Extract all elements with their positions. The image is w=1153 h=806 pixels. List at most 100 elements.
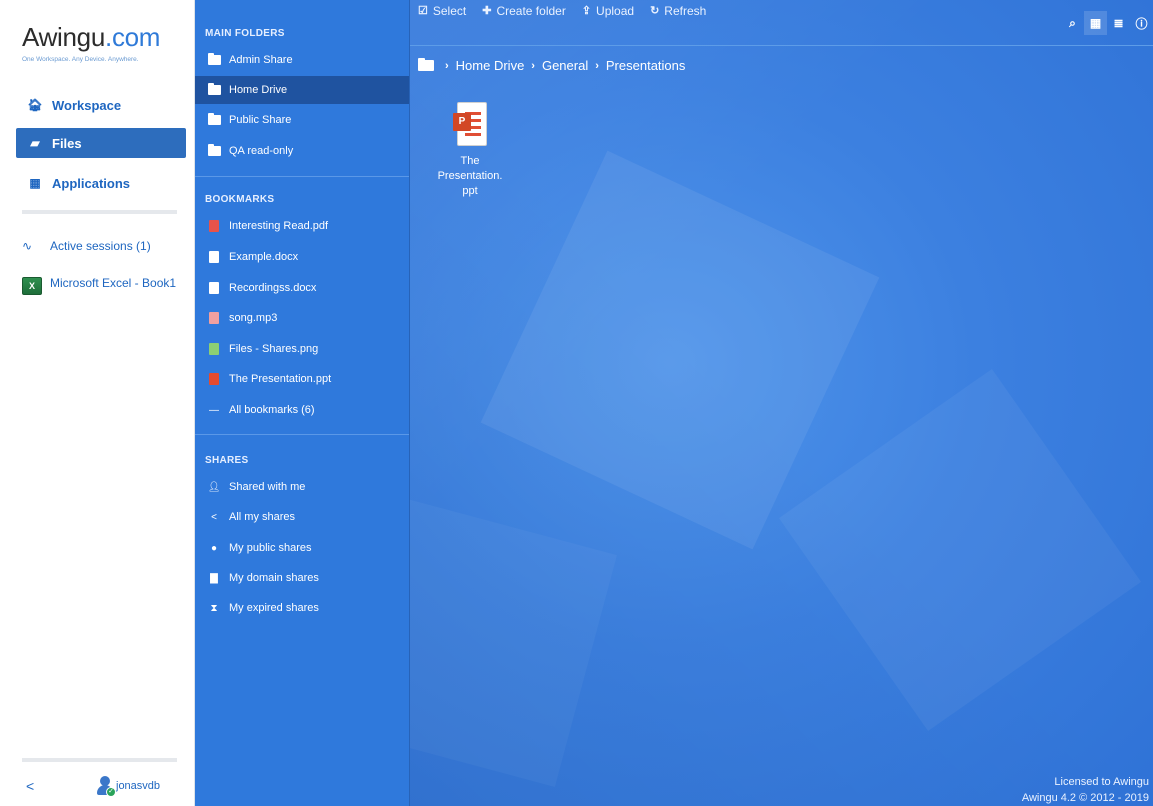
- bookmark-song-mp3[interactable]: song.mp3: [195, 304, 409, 332]
- user-icon: 👤︎: [207, 481, 221, 493]
- list-view-icon[interactable]: ≣: [1107, 11, 1130, 35]
- checkbox-icon: ☑: [418, 5, 428, 17]
- main-folders-title: MAIN FOLDERS: [205, 28, 285, 39]
- collapse-button[interactable]: <: [26, 778, 34, 794]
- folder-home-drive[interactable]: Home Drive: [195, 76, 409, 104]
- folder-icon: [207, 53, 221, 66]
- bookmark-all-bookmarks[interactable]: — All bookmarks (6): [195, 396, 409, 424]
- document-file-icon: [207, 282, 221, 294]
- active-sessions[interactable]: ∿ Active sessions (1): [22, 239, 187, 253]
- share-all-my-shares[interactable]: < All my shares: [195, 503, 409, 531]
- upload-icon: ⇪: [581, 5, 592, 17]
- folder-public-share[interactable]: Public Share: [195, 106, 409, 134]
- share-shared-with-me[interactable]: 👤︎ Shared with me: [195, 473, 409, 501]
- folder-open-icon: [418, 58, 434, 71]
- share-my-public-shares[interactable]: ● My public shares: [195, 534, 409, 562]
- image-file-icon: [207, 343, 221, 355]
- user-name: jonasvdb: [116, 780, 161, 792]
- nav-label: Files: [52, 135, 82, 151]
- powerpoint-file-icon: P: [453, 102, 487, 146]
- breadcrumb: › Home Drive › General › Presentations: [418, 58, 685, 73]
- brand-logo[interactable]: Awingu.com: [22, 22, 160, 53]
- folder-icon: [207, 144, 221, 157]
- bottom-divider: [22, 758, 177, 762]
- grid-view-icon[interactable]: ▦: [1084, 11, 1107, 35]
- user-menu[interactable]: ✓ jonasvdb: [96, 776, 161, 797]
- share-label: Shared with me: [229, 481, 306, 493]
- bookmark-the-presentation-ppt[interactable]: The Presentation.ppt: [195, 365, 409, 393]
- nav-label: Workspace: [52, 97, 122, 113]
- panel-divider: [195, 176, 409, 177]
- audio-file-icon: [207, 312, 221, 324]
- pdf-file-icon: [207, 220, 221, 232]
- chevron-right-icon: ›: [445, 59, 449, 72]
- select-button[interactable]: ☑ Select: [418, 0, 466, 34]
- breadcrumb-presentations[interactable]: Presentations: [606, 58, 686, 73]
- folder-admin-share[interactable]: Admin Share: [195, 46, 409, 74]
- panel-divider: [195, 434, 409, 435]
- refresh-icon: ↻: [650, 5, 660, 17]
- search-icon[interactable]: ⌕: [1061, 11, 1084, 35]
- bookmark-example-docx[interactable]: Example.docx: [195, 243, 409, 271]
- document-file-icon: [207, 251, 221, 263]
- bookmark-files-shares-png[interactable]: Files - Shares.png: [195, 335, 409, 363]
- nav-files[interactable]: ▰ Files: [16, 128, 186, 158]
- toolbar: ☑ Select ✚ Create folder ⇪ Upload ↻ Refresh …: [410, 0, 1153, 46]
- file-name-line: The: [460, 155, 480, 167]
- pulse-icon: ∿: [22, 239, 33, 253]
- grid-icon: ▦: [29, 176, 41, 190]
- nav-label: Applications: [52, 175, 131, 191]
- dash-icon: —: [209, 404, 219, 416]
- upload-label: Upload: [596, 3, 635, 18]
- folder-icon: [207, 113, 221, 126]
- folder-qa-read-only[interactable]: QA read-only: [195, 137, 409, 165]
- brand-tagline: One Workspace. Any Device. Anywhere.: [22, 56, 139, 63]
- background-shape: [778, 368, 1142, 732]
- license-footer: Licensed to Awingu Awingu 4.2 © 2012 - 2…: [1022, 774, 1149, 806]
- share-icon: <: [211, 511, 217, 523]
- bookmark-label: Files - Shares.png: [229, 343, 319, 355]
- bookmark-label: Interesting Read.pdf: [229, 220, 329, 232]
- nav-applications[interactable]: ▦ Applications: [16, 168, 186, 198]
- share-label: My expired shares: [229, 602, 319, 614]
- bookmark-interesting-read[interactable]: Interesting Read.pdf: [195, 212, 409, 240]
- folder-panel: MAIN FOLDERS Admin Share Home Drive Publ…: [195, 0, 410, 806]
- license-text: Licensed to Awingu: [1054, 776, 1149, 788]
- share-my-domain-shares[interactable]: ▇ My domain shares: [195, 564, 409, 592]
- file-name-line: Presentation.: [437, 170, 503, 182]
- breadcrumb-home-drive[interactable]: Home Drive: [456, 58, 525, 73]
- bookmark-label: song.mp3: [229, 312, 278, 324]
- info-icon[interactable]: ⓘ: [1130, 11, 1153, 35]
- folder-label: QA read-only: [229, 145, 294, 157]
- folder-icon: [207, 83, 221, 96]
- breadcrumb-general[interactable]: General: [542, 58, 588, 73]
- presentation-file-icon: [207, 373, 221, 385]
- bookmark-recordingss-docx[interactable]: Recordingss.docx: [195, 274, 409, 302]
- chevron-right-icon: ›: [531, 59, 535, 72]
- file-the-presentation-ppt[interactable]: P The Presentation. ppt: [428, 102, 512, 199]
- user-avatar-icon: ✓: [96, 776, 116, 797]
- refresh-button[interactable]: ↻ Refresh: [650, 0, 706, 34]
- plus-icon: ✚: [482, 5, 492, 17]
- refresh-label: Refresh: [664, 3, 707, 18]
- share-label: My public shares: [229, 542, 312, 554]
- version-text: Awingu 4.2 © 2012 - 2019: [1021, 792, 1149, 804]
- bookmark-label: The Presentation.ppt: [229, 373, 332, 385]
- select-label: Select: [432, 3, 467, 18]
- upload-button[interactable]: ⇪ Upload: [582, 0, 634, 34]
- file-browser: ☑ Select ✚ Create folder ⇪ Upload ↻ Refresh …: [410, 0, 1153, 806]
- share-my-expired-shares[interactable]: ⧗ My expired shares: [195, 594, 409, 622]
- session-microsoft-excel[interactable]: X Microsoft Excel - Book1: [22, 277, 187, 295]
- create-folder-button[interactable]: ✚ Create folder: [482, 0, 566, 34]
- building-icon: ▇: [210, 572, 218, 584]
- bookmark-label: Example.docx: [229, 251, 299, 263]
- bookmark-label: Recordingss.docx: [229, 282, 317, 294]
- share-label: My domain shares: [229, 572, 319, 584]
- globe-icon: ●: [210, 542, 218, 554]
- folder-open-icon: ▰: [30, 136, 40, 150]
- brand-domain: .com: [105, 22, 161, 52]
- folder-label: Home Drive: [229, 84, 288, 96]
- nav-workspace[interactable]: 🏠︎ Workspace: [16, 90, 186, 120]
- shares-title: SHARES: [205, 455, 249, 466]
- chevron-right-icon: ›: [595, 59, 599, 72]
